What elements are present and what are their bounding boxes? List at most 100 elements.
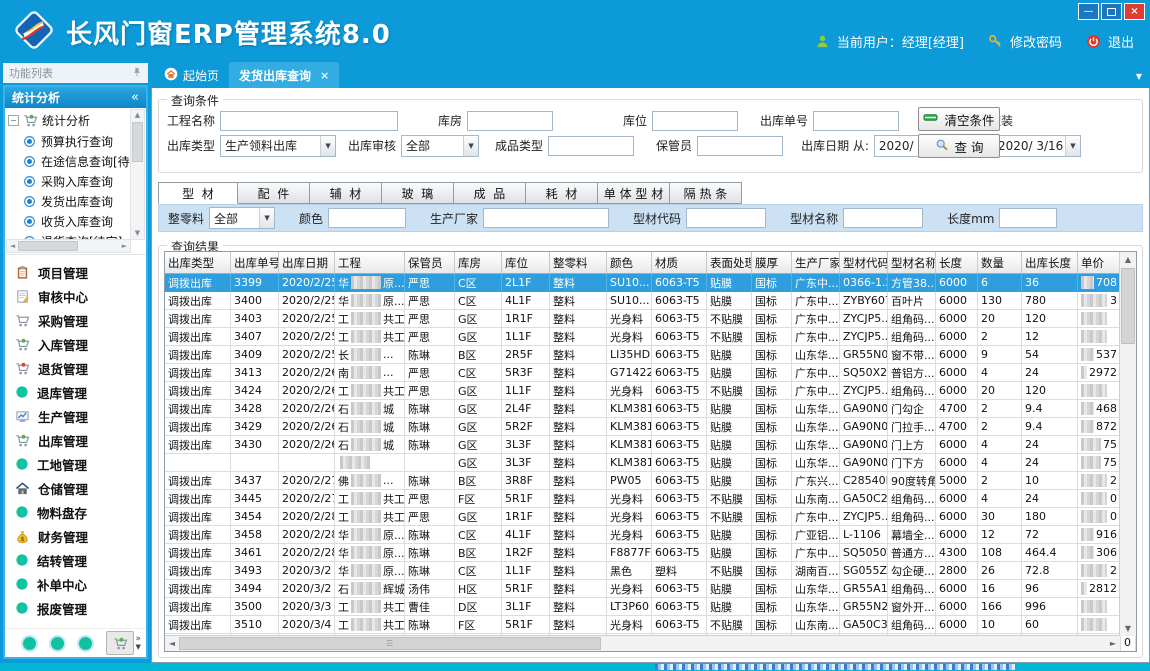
- table-horizontal-scrollbar[interactable]: ◄☰►: [165, 635, 1120, 651]
- tree-item[interactable]: 收货入库查询: [5, 211, 146, 231]
- table-row[interactable]: 调拨出库34582020/2/28华原...陈琳C区4L1F整料光身料6063-…: [165, 526, 1136, 544]
- out-type-select[interactable]: 生产领料出库▼: [220, 135, 336, 157]
- col-outlen[interactable]: 出库长度: [1022, 252, 1078, 274]
- table-row[interactable]: 调拨出库33992020/2/25华原...严思C区2L1F整料SU10...6…: [165, 274, 1136, 292]
- sidebar-menu-item[interactable]: 结转管理: [5, 548, 146, 572]
- tab-shipment-query[interactable]: 发货出库查询 ×: [229, 62, 339, 88]
- table-row[interactable]: 调拨出库34032020/2/25工共工程严思G区1R1F整料光身料6063-T…: [165, 310, 1136, 328]
- col-date[interactable]: 出库日期: [279, 252, 335, 274]
- col-project[interactable]: 工程: [335, 252, 405, 274]
- logout-link[interactable]: 退出: [1108, 32, 1134, 51]
- sidebar-menu-item[interactable]: 退货管理: [5, 356, 146, 380]
- table-vertical-scrollbar[interactable]: ▲▼: [1119, 252, 1136, 636]
- tree-vertical-scrollbar[interactable]: ▲▼: [130, 109, 145, 240]
- sidebar-menu-item[interactable]: 工地管理: [5, 452, 146, 476]
- material-tab[interactable]: 隔 热 条: [670, 182, 742, 204]
- collapse-icon[interactable]: «: [131, 90, 139, 105]
- col-factory[interactable]: 生产厂家: [792, 252, 840, 274]
- tree-root[interactable]: − 统计分析: [5, 108, 146, 131]
- tree-item[interactable]: 发货出库查询: [5, 191, 146, 211]
- tree-horizontal-scrollbar[interactable]: ◄►: [6, 239, 131, 253]
- table-row[interactable]: G区3L3F整料KLM38176063-T5贴膜国标山东华...GA90N09.…: [165, 454, 1136, 472]
- more-chevron[interactable]: »▼: [135, 635, 141, 651]
- col-qty[interactable]: 数量: [978, 252, 1022, 274]
- table-row[interactable]: 调拨出库34092020/2/25长...陈琳B区2R5F整料LI35HD606…: [165, 346, 1136, 364]
- table-row[interactable]: 调拨出库34002020/2/25华原...严思C区4L1F整料SU10...6…: [165, 292, 1136, 310]
- col-whole[interactable]: 整零料: [550, 252, 607, 274]
- maximize-button[interactable]: [1101, 3, 1122, 20]
- tree-expander-icon[interactable]: −: [8, 115, 19, 126]
- sidebar-menu-item[interactable]: 入库管理: [5, 332, 146, 356]
- material-tab[interactable]: 配 件: [238, 182, 310, 204]
- project-name-input[interactable]: [220, 111, 398, 131]
- tabstrip-dropdown-icon[interactable]: ▼: [1136, 72, 1142, 81]
- length-input[interactable]: [999, 208, 1057, 228]
- stats-group-header[interactable]: 统计分析 «: [5, 87, 146, 108]
- tab-close-icon[interactable]: ×: [320, 69, 329, 82]
- table-row[interactable]: 调拨出库34942020/3/2石辉城汤伟H区5R1F整料光身料6063-T5贴…: [165, 580, 1136, 598]
- material-tab[interactable]: 玻 璃: [382, 182, 454, 204]
- whole-select[interactable]: 全部▼: [209, 207, 275, 229]
- sidebar-menu-item[interactable]: 出库管理: [5, 428, 146, 452]
- table-row[interactable]: 调拨出库34242020/2/26工共工程严思G区1L1F整料光身料6063-T…: [165, 382, 1136, 400]
- col-room[interactable]: 库房: [455, 252, 502, 274]
- sidebar-menu-item[interactable]: 生产管理: [5, 404, 146, 428]
- table-row[interactable]: 调拨出库34292020/2/26石城陈琳G区5R2F整料KLM38176063…: [165, 418, 1136, 436]
- col-color[interactable]: 颜色: [607, 252, 652, 274]
- sidebar-menu-item[interactable]: 物料盘存: [5, 500, 146, 524]
- quick-dot-icon[interactable]: [21, 635, 38, 652]
- sidebar-menu-item[interactable]: 审核中心: [5, 284, 146, 308]
- col-film[interactable]: 膜厚: [752, 252, 792, 274]
- table-row[interactable]: 调拨出库35002020/3/3工共工程曹佳D区3L1F整料LT3P606063…: [165, 598, 1136, 616]
- col-no[interactable]: 出库单号: [231, 252, 279, 274]
- pin-icon[interactable]: [132, 67, 142, 80]
- search-button[interactable]: 查 询: [918, 134, 1000, 158]
- clear-conditions-button[interactable]: 清空条件: [918, 107, 1000, 131]
- table-row[interactable]: 调拨出库34612020/2/28华原...陈琳B区1R2F整料F8877FT6…: [165, 544, 1136, 562]
- col-keeper[interactable]: 保管员: [405, 252, 455, 274]
- col-surface[interactable]: 表面处理: [707, 252, 752, 274]
- table-row[interactable]: 调拨出库34132020/2/26南...严思C区5R3F整料G71422606…: [165, 364, 1136, 382]
- date-to-select[interactable]: 2020/ 3/16▼: [993, 135, 1081, 157]
- minimize-button[interactable]: —: [1078, 3, 1099, 20]
- table-row[interactable]: 调拨出库35102020/3/4工共工程陈琳F区5R1F整料光身料6063-T5…: [165, 616, 1136, 634]
- table-row[interactable]: 调拨出库34282020/2/26石城陈琳G区2L4F整料KLM38176063…: [165, 400, 1136, 418]
- color-input[interactable]: [328, 208, 406, 228]
- table-row[interactable]: 调拨出库34302020/2/26石城陈琳G区3L3F整料KLM38176063…: [165, 436, 1136, 454]
- sidebar-menu-item[interactable]: 采购管理: [5, 308, 146, 332]
- sidebar-menu-item[interactable]: $财务管理: [5, 524, 146, 548]
- sidebar-menu-item[interactable]: 报废管理: [5, 596, 146, 620]
- col-name[interactable]: 型材名称: [888, 252, 936, 274]
- sidebar-menu-item[interactable]: 补单中心: [5, 572, 146, 596]
- col-type[interactable]: 出库类型: [165, 252, 231, 274]
- quick-dot-icon[interactable]: [49, 635, 66, 652]
- material-tab[interactable]: 辅 材: [310, 182, 382, 204]
- col-code[interactable]: 型材代码: [840, 252, 888, 274]
- material-tab[interactable]: 型 材: [158, 182, 238, 204]
- material-tab[interactable]: 单 体 型 材: [598, 182, 670, 204]
- table-row[interactable]: 调拨出库34542020/2/28工共工程严思G区1R1F整料光身料6063-T…: [165, 508, 1136, 526]
- close-button[interactable]: ×: [1124, 3, 1145, 20]
- col-length[interactable]: 长度: [936, 252, 978, 274]
- factory-input[interactable]: [483, 208, 609, 228]
- col-loc[interactable]: 库位: [502, 252, 550, 274]
- table-row[interactable]: 调拨出库34452020/2/27工共工程严思F区5R1F整料光身料6063-T…: [165, 490, 1136, 508]
- profile-name-input[interactable]: [843, 208, 923, 228]
- col-material[interactable]: 材质: [652, 252, 707, 274]
- keeper-input[interactable]: [697, 136, 783, 156]
- col-price[interactable]: 单价: [1078, 252, 1121, 274]
- product-type-input[interactable]: [548, 136, 634, 156]
- tree-item[interactable]: 预算执行查询: [5, 131, 146, 151]
- profile-code-input[interactable]: [686, 208, 766, 228]
- tree-item[interactable]: 在途信息查询[待: [5, 151, 146, 171]
- location-input[interactable]: [652, 111, 738, 131]
- sidebar-menu-item[interactable]: 项目管理: [5, 260, 146, 284]
- cart-quick-button[interactable]: [106, 631, 134, 655]
- sidebar-menu-item[interactable]: 仓储管理: [5, 476, 146, 500]
- tree-item[interactable]: 采购入库查询: [5, 171, 146, 191]
- change-password-link[interactable]: 修改密码: [1010, 32, 1062, 51]
- audit-select[interactable]: 全部▼: [401, 135, 479, 157]
- tab-home[interactable]: 起始页: [154, 62, 229, 88]
- order-no-input[interactable]: [813, 111, 899, 131]
- sidebar-menu-item[interactable]: 退库管理: [5, 380, 146, 404]
